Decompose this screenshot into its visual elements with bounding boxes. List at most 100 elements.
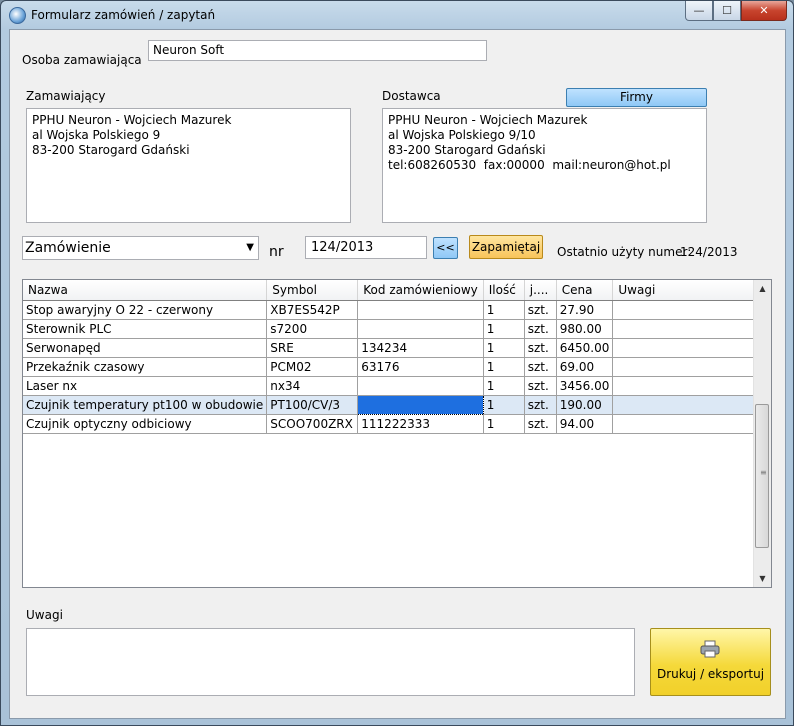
table-cell[interactable]: 1	[483, 395, 525, 415]
table-cell[interactable]: Przekaźnik czasowy	[23, 357, 268, 377]
table-cell[interactable]: Laser nx	[23, 376, 268, 396]
column-header[interactable]: Uwagi	[612, 280, 765, 301]
table-row[interactable]: Laser nx nx34 1 szt. 3456.00	[23, 376, 765, 396]
last-used-label: Ostatnio użyty numer:	[557, 245, 692, 259]
form-client-area: Osoba zamawiająca Neuron Soft Zamawiając…	[9, 29, 786, 719]
table-cell[interactable]: XB7ES542P	[266, 300, 359, 320]
column-header[interactable]: Ilość	[483, 280, 525, 301]
table-cell[interactable]: 27.90	[556, 300, 614, 320]
table-row[interactable]: Czujnik optyczny odbiciowy SCOO700ZRX 1112…	[23, 414, 765, 434]
app-icon	[9, 7, 26, 24]
table-cell[interactable]: 6450.00	[556, 338, 614, 358]
table-cell[interactable]: Sterownik PLC	[23, 319, 268, 339]
companies-button[interactable]: Firmy	[566, 88, 707, 107]
table-cell[interactable]: szt.	[524, 414, 557, 434]
table-cell[interactable]: szt.	[524, 376, 557, 396]
orderer-input[interactable]: Neuron Soft	[148, 40, 487, 61]
table-cell[interactable]: 1	[483, 338, 525, 358]
column-header[interactable]: j....	[524, 280, 557, 301]
document-type-select[interactable]: Zamówienie ▼	[22, 236, 259, 260]
title-bar[interactable]: Formularz zamówień / zapytań — ☐ ✕	[1, 1, 793, 29]
column-header[interactable]: Cena	[556, 280, 614, 301]
table-header-row: Nazwa Symbol Kod zamówieniowy Ilość j.... Cen…	[23, 280, 765, 301]
notes-label: Uwagi	[26, 608, 63, 622]
table-cell[interactable]: 1	[483, 414, 525, 434]
buyer-label: Zamawiający	[26, 89, 106, 103]
table-cell[interactable]: SRE	[266, 338, 359, 358]
document-type-value: Zamówienie	[25, 240, 111, 256]
scrollbar-thumb[interactable]: ≡	[755, 404, 769, 548]
caption-buttons: — ☐ ✕	[685, 1, 787, 21]
order-form-window: Formularz zamówień / zapytań — ☐ ✕ Osoba…	[0, 0, 794, 726]
table-cell[interactable]	[612, 338, 765, 358]
number-label: nr	[269, 244, 284, 260]
table-cell[interactable]: nx34	[266, 376, 359, 396]
table-cell[interactable]: szt.	[524, 319, 557, 339]
table-row[interactable]: Przekaźnik czasowy PCM02 63176 1 szt. 69.00	[23, 357, 765, 377]
table-cell[interactable]: Czujnik temperatury pt100 w obudowie	[23, 395, 268, 415]
close-button[interactable]: ✕	[741, 1, 787, 21]
column-header[interactable]: Nazwa	[23, 280, 268, 301]
table-cell[interactable]: PT100/CV/3	[266, 395, 359, 415]
printer-icon	[700, 640, 720, 658]
document-number-input[interactable]: 124/2013	[305, 236, 427, 259]
table-cell[interactable]	[357, 319, 484, 339]
save-number-button[interactable]: Zapamiętaj	[469, 235, 543, 259]
table-cell[interactable]: 1	[483, 376, 525, 396]
table-row[interactable]: Czujnik temperatury pt100 w obudowie PT10…	[23, 395, 765, 415]
table-body: Stop awaryjny O 22 - czerwony XB7ES542P 1 s…	[23, 300, 765, 434]
table-cell[interactable]: 1	[483, 357, 525, 377]
vertical-scrollbar[interactable]: ▲ ≡ ▼	[753, 280, 771, 587]
table-cell[interactable]: 190.00	[556, 395, 614, 415]
notes-textarea[interactable]	[26, 628, 635, 696]
table-cell[interactable]	[357, 395, 484, 415]
column-header[interactable]: Symbol	[266, 280, 359, 301]
table-cell[interactable]	[357, 376, 484, 396]
table-cell[interactable]: 111222333	[357, 414, 484, 434]
table-cell[interactable]	[612, 357, 765, 377]
items-table: Nazwa Symbol Kod zamówieniowy Ilość j.... Cen…	[23, 280, 765, 434]
scroll-up-icon[interactable]: ▲	[754, 280, 771, 297]
table-cell[interactable]: SCOO700ZRX	[266, 414, 359, 434]
table-cell[interactable]: szt.	[524, 300, 557, 320]
chevron-down-icon: ▼	[246, 242, 254, 253]
table-cell[interactable]: 980.00	[556, 319, 614, 339]
table-cell[interactable]: s7200	[266, 319, 359, 339]
table-cell[interactable]: Czujnik optyczny odbiciowy	[23, 414, 268, 434]
scroll-down-icon[interactable]: ▼	[754, 570, 771, 587]
table-cell[interactable]: szt.	[524, 338, 557, 358]
table-cell[interactable]: 63176	[357, 357, 484, 377]
table-cell[interactable]: 94.00	[556, 414, 614, 434]
table-cell[interactable]: 69.00	[556, 357, 614, 377]
table-cell[interactable]: 1	[483, 319, 525, 339]
table-row[interactable]: Serwonapęd SRE 134234 1 szt. 6450.00	[23, 338, 765, 358]
table-cell[interactable]: 1	[483, 300, 525, 320]
buyer-textarea[interactable]: PPHU Neuron - Wojciech Mazurek al Wojska…	[26, 108, 351, 223]
table-cell[interactable]: szt.	[524, 357, 557, 377]
maximize-button[interactable]: ☐	[713, 1, 741, 21]
table-row[interactable]: Sterownik PLC s7200 1 szt. 980.00	[23, 319, 765, 339]
table-cell[interactable]	[612, 376, 765, 396]
table-cell[interactable]: 134234	[357, 338, 484, 358]
table-cell[interactable]	[612, 300, 765, 320]
table-cell[interactable]: Stop awaryjny O 22 - czerwony	[23, 300, 268, 320]
table-row[interactable]: Stop awaryjny O 22 - czerwony XB7ES542P 1 s…	[23, 300, 765, 320]
table-cell[interactable]: 3456.00	[556, 376, 614, 396]
orderer-label: Osoba zamawiająca	[22, 53, 142, 67]
column-header[interactable]: Kod zamówieniowy	[357, 280, 484, 301]
supplier-textarea[interactable]: PPHU Neuron - Wojciech Mazurek al Wojska…	[382, 108, 707, 223]
items-grid[interactable]: Nazwa Symbol Kod zamówieniowy Ilość j.... Cen…	[22, 279, 772, 588]
minimize-button[interactable]: —	[685, 1, 713, 21]
previous-number-button[interactable]: <<	[433, 237, 458, 259]
table-cell[interactable]	[612, 414, 765, 434]
table-cell[interactable]	[612, 395, 765, 415]
print-export-button[interactable]: Drukuj / eksportuj	[650, 628, 771, 696]
last-used-value: 124/2013	[680, 245, 738, 259]
table-cell[interactable]: PCM02	[266, 357, 359, 377]
grip-icon: ≡	[760, 468, 767, 477]
table-cell[interactable]	[612, 319, 765, 339]
table-cell[interactable]: szt.	[524, 395, 557, 415]
window-title: Formularz zamówień / zapytań	[31, 8, 216, 22]
table-cell[interactable]: Serwonapęd	[23, 338, 268, 358]
table-cell[interactable]	[357, 300, 484, 320]
